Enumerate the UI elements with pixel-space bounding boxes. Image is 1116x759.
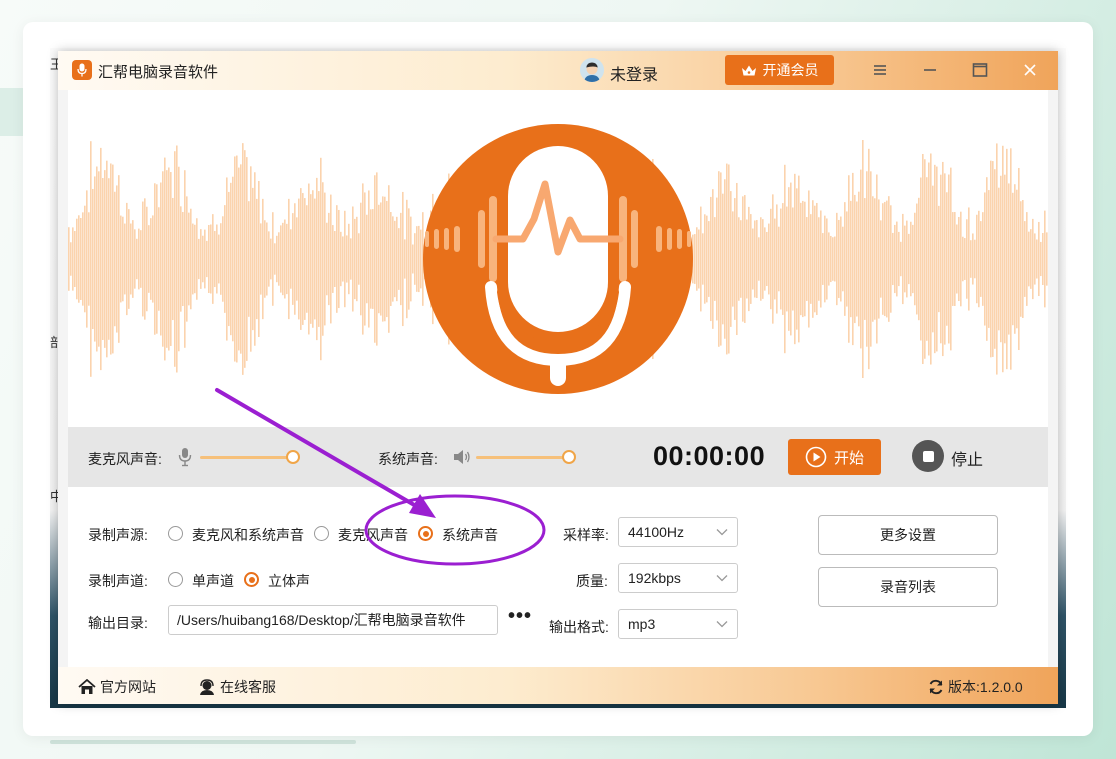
- hero-illustration: [68, 90, 1048, 427]
- crown-icon: [741, 65, 756, 75]
- vip-label: 开通会员: [762, 62, 819, 78]
- mic-volume-slider[interactable]: [200, 456, 293, 459]
- minimize-icon[interactable]: [920, 60, 940, 80]
- channel-option-mono[interactable]: 单声道: [192, 571, 234, 591]
- refresh-icon: [929, 679, 943, 695]
- close-icon[interactable]: [1020, 60, 1040, 80]
- version-label: 版本:1.2.0.0: [948, 679, 1023, 695]
- sample-rate-select[interactable]: 44100Hz: [618, 517, 738, 547]
- output-dir-input[interactable]: /Users/huibang168/Desktop/汇帮电脑录音软件: [168, 605, 498, 635]
- background-line: [50, 740, 356, 744]
- microphone-icon: [423, 124, 693, 394]
- version-info[interactable]: 版本:1.2.0.0: [928, 677, 1023, 697]
- app-window: 汇帮电脑录音软件 未登录 开通会员 麦克风声音: 系统声音: 00:00:00 …: [58, 51, 1058, 704]
- format-label: 输出格式:: [549, 619, 609, 635]
- website-label: 官方网站: [100, 679, 156, 695]
- start-label: 开始: [833, 449, 864, 467]
- vip-button[interactable]: 开通会员: [725, 55, 834, 85]
- footer-bar: 官方网站 在线客服 版本:1.2.0.0: [58, 667, 1058, 704]
- more-settings-button[interactable]: 更多设置: [818, 515, 998, 555]
- website-link[interactable]: 官方网站: [78, 677, 156, 697]
- quality-label: 质量:: [576, 573, 608, 589]
- mic-volume-label: 麦克风声音:: [88, 451, 162, 467]
- channel-radio-stereo[interactable]: [244, 572, 259, 587]
- settings-panel: 录制声源: 麦克风和系统声音 麦克风声音 系统声音 录制声道: 单声道 立体声 …: [68, 487, 1048, 667]
- app-title: 汇帮电脑录音软件: [98, 64, 219, 81]
- chevron-down-icon: [716, 621, 728, 628]
- browse-button[interactable]: •••: [508, 605, 532, 628]
- system-volume-label: 系统声音:: [378, 451, 438, 467]
- channel-option-stereo[interactable]: 立体声: [268, 571, 310, 591]
- quality-value: 192kbps: [628, 570, 681, 586]
- microphone-icon: [178, 448, 192, 467]
- play-icon: [805, 446, 827, 468]
- home-icon: [78, 679, 96, 694]
- source-label: 录制声源:: [88, 527, 148, 543]
- login-status[interactable]: 未登录: [610, 61, 658, 85]
- system-volume-slider[interactable]: [476, 456, 569, 459]
- start-button[interactable]: 开始: [788, 439, 881, 475]
- chevron-down-icon: [716, 575, 728, 582]
- service-link[interactable]: 在线客服: [198, 677, 276, 697]
- source-option-mic[interactable]: 麦克风声音: [338, 525, 408, 545]
- format-select[interactable]: mp3: [618, 609, 738, 639]
- sample-rate-value: 44100Hz: [628, 524, 685, 540]
- record-list-button[interactable]: 录音列表: [818, 567, 998, 607]
- system-volume-handle[interactable]: [562, 450, 576, 464]
- speaker-icon: [454, 450, 470, 464]
- mic-volume-handle[interactable]: [286, 450, 300, 464]
- channel-label: 录制声道:: [88, 573, 148, 589]
- stop-icon[interactable]: [912, 440, 944, 472]
- headset-icon: [200, 679, 214, 695]
- chevron-down-icon: [716, 529, 728, 536]
- menu-icon[interactable]: [870, 60, 890, 80]
- title-bar: 汇帮电脑录音软件 未登录 开通会员: [58, 51, 1058, 90]
- stop-label[interactable]: 停止: [951, 446, 983, 470]
- recording-controls: 麦克风声音: 系统声音: 00:00:00 开始 停止: [68, 427, 1048, 487]
- source-option-mic-and-system[interactable]: 麦克风和系统声音: [192, 525, 304, 545]
- output-dir-label: 输出目录:: [88, 615, 148, 631]
- microphone-icon: [72, 60, 92, 80]
- sample-rate-label: 采样率:: [563, 527, 609, 543]
- service-label: 在线客服: [220, 679, 276, 695]
- quality-select[interactable]: 192kbps: [618, 563, 738, 593]
- source-radio-mic-and-system[interactable]: [168, 526, 183, 541]
- source-radio-system[interactable]: [418, 526, 433, 541]
- recording-timer: 00:00:00: [653, 441, 766, 471]
- format-value: mp3: [628, 616, 656, 632]
- source-option-system[interactable]: 系统声音: [442, 525, 498, 545]
- channel-radio-mono[interactable]: [168, 572, 183, 587]
- source-radio-mic[interactable]: [314, 526, 329, 541]
- maximize-icon[interactable]: [970, 60, 990, 80]
- avatar[interactable]: [580, 58, 604, 82]
